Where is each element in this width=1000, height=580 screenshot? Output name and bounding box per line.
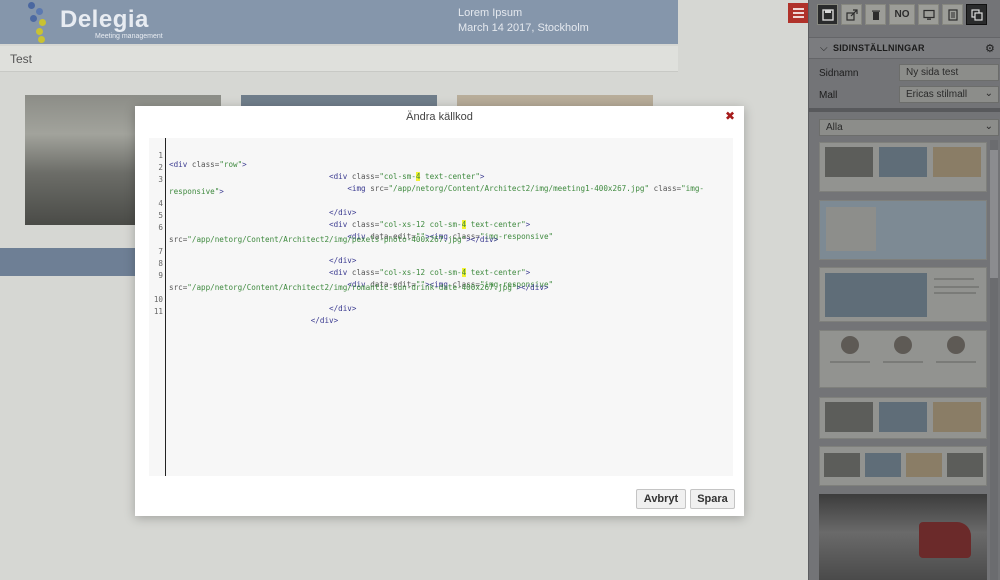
code-line: src="/app/netorg/Content/Architect2/img/… <box>169 235 499 244</box>
close-icon[interactable]: ✖ <box>725 109 735 123</box>
template-select[interactable]: Ericas stilmall ⌄ <box>899 86 999 103</box>
code-line: 1 <div class="row"> <box>158 151 247 169</box>
code-line: 4 </div> <box>158 199 357 217</box>
language-button[interactable]: NO <box>889 4 915 25</box>
block-template-three-images-alt[interactable] <box>819 397 987 439</box>
document-icon[interactable] <box>942 4 963 25</box>
block-template-image-text[interactable] <box>819 267 987 322</box>
block-template-large-photo[interactable] <box>819 494 987 580</box>
page-settings-header[interactable]: ⌵ SIDINSTÄLLNINGAR ⚙ <box>809 37 1000 59</box>
code-editor[interactable]: 1 <div class="row"> 2 <div class="col-sm… <box>149 138 733 476</box>
code-line: 6 <div data-edit=""><img class="img-resp… <box>158 223 554 241</box>
code-line: 2 <div class="col-sm-4 text-center"> <box>158 163 485 181</box>
code-line: src="/app/netorg/Content/Architect2/img/… <box>169 283 549 292</box>
code-line: 9 <div data-edit=""><img class="img-resp… <box>158 271 554 289</box>
site-header: Delegia Meeting management Lorem Ipsum M… <box>0 0 678 44</box>
cancel-button[interactable]: Avbryt <box>636 489 686 509</box>
logo-subtitle: Meeting management <box>95 33 163 40</box>
logo-icon <box>24 0 54 44</box>
hamburger-menu-icon[interactable] <box>788 3 808 23</box>
template-label: Mall <box>819 90 838 101</box>
code-line: 3 <img src="/app/netorg/Content/Architec… <box>158 175 704 193</box>
sidebar-divider <box>809 108 1000 112</box>
code-line: 7 </div> <box>158 247 357 265</box>
block-filter-value: Alla <box>826 122 843 133</box>
edit-source-dialog: Ändra källkod ✖ 1 <div class="row"> 2 <d… <box>135 106 744 516</box>
desktop-preview-icon[interactable] <box>918 4 939 25</box>
chevron-down-icon: ⌵ <box>820 43 828 54</box>
gear-icon[interactable]: ⚙ <box>985 42 995 55</box>
trash-icon[interactable] <box>865 4 886 25</box>
code-line: responsive"> <box>169 187 224 196</box>
code-line: 5 <div class="col-xs-12 col-sm-4 text-ce… <box>158 211 531 229</box>
event-title: Lorem Ipsum <box>458 7 523 19</box>
page-name-input[interactable]: Ny sida test <box>899 64 999 81</box>
section-title: SIDINSTÄLLNINGAR <box>833 43 925 53</box>
block-template-four-images[interactable] <box>819 446 987 486</box>
copy-icon[interactable] <box>966 4 987 25</box>
photo-subject <box>919 522 971 558</box>
page-name-label: Sidnamn <box>819 68 859 79</box>
block-template-three-images[interactable] <box>819 142 987 192</box>
block-filter-select[interactable]: Alla ⌄ <box>819 119 999 136</box>
chevron-down-icon: ⌄ <box>984 121 993 132</box>
logo-text: Delegia <box>60 6 149 33</box>
export-icon[interactable] <box>841 4 862 25</box>
event-subtitle: March 14 2017, Stockholm <box>458 22 589 34</box>
template-select-value: Ericas stilmall <box>906 89 968 100</box>
save-button[interactable]: Spara <box>690 489 735 509</box>
chevron-down-icon: ⌄ <box>984 88 993 99</box>
dialog-title: Ändra källkod <box>406 111 473 123</box>
save-icon[interactable] <box>817 4 838 25</box>
code-line: 10 </div> <box>153 295 357 313</box>
block-template-hero-road[interactable] <box>819 200 987 260</box>
sidebar-toolbar: NO <box>813 4 999 32</box>
breadcrumb: Test <box>0 46 678 72</box>
breadcrumb-item[interactable]: Test <box>10 52 32 66</box>
code-line: 11 </div> <box>153 307 339 325</box>
editor-sidebar: NO ⌵ SIDINSTÄLLNINGAR ⚙ Sidnamn Ny sida … <box>808 0 1000 580</box>
code-line: 8 <div class="col-xs-12 col-sm-4 text-ce… <box>158 259 531 277</box>
block-template-team-profiles[interactable] <box>819 330 987 388</box>
sidebar-scroll-thumb[interactable] <box>990 150 998 278</box>
